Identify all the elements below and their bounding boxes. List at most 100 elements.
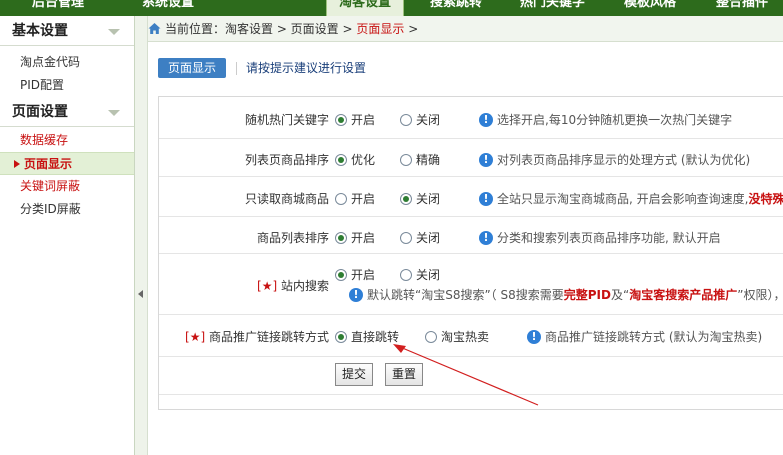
sidebar-item-cache[interactable]: 数据缓存 bbox=[0, 129, 134, 152]
breadcrumb-path: 当前位置：淘客设置 > 页面设置 > bbox=[165, 22, 357, 36]
nav-tab-taoke[interactable]: 淘客设置 bbox=[326, 0, 405, 16]
radio-button[interactable] bbox=[400, 192, 412, 205]
info-icon: ! bbox=[479, 191, 493, 206]
radio-button[interactable] bbox=[400, 231, 412, 244]
tip-text: 默认跳转“淘宝S8搜索”（ S8搜索需要 bbox=[367, 288, 564, 302]
sidebar-item-taodianjin[interactable]: 淘点金代码 bbox=[0, 51, 134, 74]
sidebar-item-label: 页面显示 bbox=[24, 157, 73, 171]
sidebar-item-page-display[interactable]: 页面显示 bbox=[0, 152, 134, 175]
info-icon: ! bbox=[479, 152, 493, 167]
radio-button[interactable] bbox=[425, 330, 437, 343]
field-label-text: 站内搜索 bbox=[277, 279, 329, 293]
nav-tab-hot-keywords[interactable]: 热门关键字 bbox=[508, 0, 597, 16]
radio-button[interactable] bbox=[400, 268, 412, 281]
sidebar-section-basic[interactable]: 基本设置 bbox=[0, 16, 134, 46]
sidebar-item-category-block[interactable]: 分类ID屏蔽 bbox=[0, 198, 134, 221]
nav-tab-admin[interactable]: 后台管理 bbox=[20, 0, 96, 16]
nav-tab-template[interactable]: 模板风格 bbox=[612, 0, 688, 16]
info-icon: ! bbox=[479, 112, 493, 127]
radio-button[interactable] bbox=[335, 153, 347, 166]
radio-option-off[interactable]: 关闭 bbox=[400, 111, 440, 128]
radio-label: 开启 bbox=[351, 231, 376, 245]
arrow-right-icon bbox=[14, 159, 20, 168]
info-icon: ! bbox=[349, 287, 363, 302]
radio-option-on[interactable]: 开启 bbox=[335, 190, 375, 207]
help-tip: ! 选择开启,每10分钟随机更换一次热门关键字 bbox=[479, 111, 732, 128]
form-row-link-jump-mode: [★] 商品推广链接跳转方式 直接跳转 淘宝热卖 ! 商品推广链接跳转方式 (默认… bbox=[159, 315, 783, 357]
chevron-down-icon bbox=[108, 110, 120, 116]
sidebar-collapse-handle[interactable] bbox=[135, 16, 148, 455]
radio-button[interactable] bbox=[400, 153, 412, 166]
nav-tab-plugins[interactable]: 整合插件 bbox=[704, 0, 780, 16]
radio-label: 开启 bbox=[351, 268, 376, 282]
radio-label: 精确 bbox=[416, 153, 441, 167]
field-label: 随机热门关键字 bbox=[244, 113, 329, 127]
tip-text: 选择开启,每10分钟随机更换一次热门关键字 bbox=[497, 113, 733, 127]
sidebar-section-label: 基本设置 bbox=[12, 23, 68, 39]
field-label: 只读取商城商品 bbox=[244, 192, 329, 206]
sidebar: 基本设置 淘点金代码 PID配置 页面设置 数据缓存 页面显示 关键词屏蔽 分类… bbox=[0, 16, 135, 455]
reset-button[interactable]: 重置 bbox=[385, 363, 424, 386]
settings-form: 随机热门关键字 开启 关闭 ! 选择开启,每10分钟随机更换一次热门关键字 列表页… bbox=[158, 96, 783, 410]
radio-label: 开启 bbox=[351, 113, 376, 127]
radio-option-off[interactable]: 关闭 bbox=[400, 229, 440, 246]
help-tip: ! 商品推广链接跳转方式 (默认为淘宝热卖) bbox=[527, 328, 762, 345]
radio-label: 直接跳转 bbox=[351, 330, 400, 344]
field-label: 列表页商品排序 bbox=[244, 153, 329, 167]
radio-option-optimize[interactable]: 优化 bbox=[335, 151, 375, 168]
radio-option-on[interactable]: 开启 bbox=[335, 266, 375, 283]
sidebar-section-page[interactable]: 页面设置 bbox=[0, 97, 134, 127]
help-tip: ! 全站只显示淘宝商城商品, 开启会影响查询速度,没特殊 bbox=[479, 190, 783, 207]
home-icon bbox=[148, 23, 161, 34]
radio-option-on[interactable]: 开启 bbox=[335, 229, 375, 246]
required-star: [★] bbox=[257, 279, 278, 293]
settings-hint: 请按提示建议进行设置 bbox=[246, 61, 367, 75]
required-star: [★] bbox=[185, 330, 206, 344]
radio-button[interactable] bbox=[335, 192, 347, 205]
tip-warning-text: 没特殊 bbox=[748, 192, 783, 206]
radio-label: 淘宝热卖 bbox=[441, 330, 490, 344]
submit-button[interactable]: 提交 bbox=[335, 363, 374, 386]
radio-label: 开启 bbox=[351, 192, 376, 206]
field-label: [★] 站内搜索 bbox=[257, 277, 329, 294]
info-icon: ! bbox=[527, 329, 541, 344]
help-tip: ! 对列表页商品排序显示的处理方式 (默认为优化) bbox=[479, 151, 750, 168]
help-tip: ! 默认跳转“淘宝S8搜索”（ S8搜索需要完整PID及“淘宝客搜索产品推广”权限… bbox=[349, 286, 783, 303]
tip-highlight: 淘宝客搜索产品推广 bbox=[629, 288, 738, 302]
radio-button[interactable] bbox=[335, 268, 347, 281]
form-row-random-hot-keywords: 随机热门关键字 开启 关闭 ! 选择开启,每10分钟随机更换一次热门关键字 bbox=[159, 97, 783, 139]
radio-option-on[interactable]: 开启 bbox=[335, 111, 375, 128]
tip-text: 及“ bbox=[611, 288, 630, 302]
breadcrumb: 当前位置：淘客设置 > 页面设置 > 页面显示 > bbox=[148, 16, 783, 42]
radio-option-off[interactable]: 关闭 bbox=[400, 266, 440, 283]
field-label: 商品列表排序 bbox=[256, 231, 329, 245]
tip-highlight: 完整PID bbox=[563, 288, 611, 302]
divider bbox=[236, 62, 237, 75]
collapse-left-icon bbox=[138, 290, 143, 298]
radio-button[interactable] bbox=[335, 113, 347, 126]
info-icon: ! bbox=[479, 230, 493, 245]
tip-text: 分类和搜索列表页商品排序功能, 默认开启 bbox=[497, 231, 721, 245]
tab-page-display[interactable]: 页面显示 bbox=[158, 58, 226, 78]
tip-text: 对列表页商品排序显示的处理方式 (默认为优化) bbox=[497, 153, 751, 167]
sidebar-item-keyword-block[interactable]: 关键词屏蔽 bbox=[0, 175, 134, 198]
sidebar-section-label: 页面设置 bbox=[12, 104, 68, 120]
field-label-text: 商品推广链接跳转方式 bbox=[205, 330, 329, 344]
radio-button[interactable] bbox=[335, 231, 347, 244]
radio-label: 关闭 bbox=[416, 231, 441, 245]
radio-button[interactable] bbox=[335, 330, 347, 343]
help-tip: ! 分类和搜索列表页商品排序功能, 默认开启 bbox=[479, 229, 721, 246]
tip-text: 全站只显示淘宝商城商品, 开启会影响查询速度, bbox=[497, 192, 749, 206]
radio-label: 关闭 bbox=[416, 268, 441, 282]
breadcrumb-suffix: > bbox=[404, 22, 419, 36]
nav-tab-search-jump[interactable]: 搜索跳转 bbox=[418, 0, 494, 16]
radio-option-off[interactable]: 关闭 bbox=[400, 190, 440, 207]
nav-tab-system[interactable]: 系统设置 bbox=[130, 0, 206, 16]
radio-button[interactable] bbox=[400, 113, 412, 126]
radio-option-exact[interactable]: 精确 bbox=[400, 151, 440, 168]
form-row-list-sort: 列表页商品排序 优化 精确 ! 对列表页商品排序显示的处理方式 (默认为优化) bbox=[159, 139, 783, 177]
radio-option-taobao-hot[interactable]: 淘宝热卖 bbox=[425, 328, 489, 345]
form-actions: 提交 重置 bbox=[159, 357, 783, 395]
sidebar-item-pid[interactable]: PID配置 bbox=[0, 74, 134, 97]
radio-option-direct-jump[interactable]: 直接跳转 bbox=[335, 328, 399, 345]
